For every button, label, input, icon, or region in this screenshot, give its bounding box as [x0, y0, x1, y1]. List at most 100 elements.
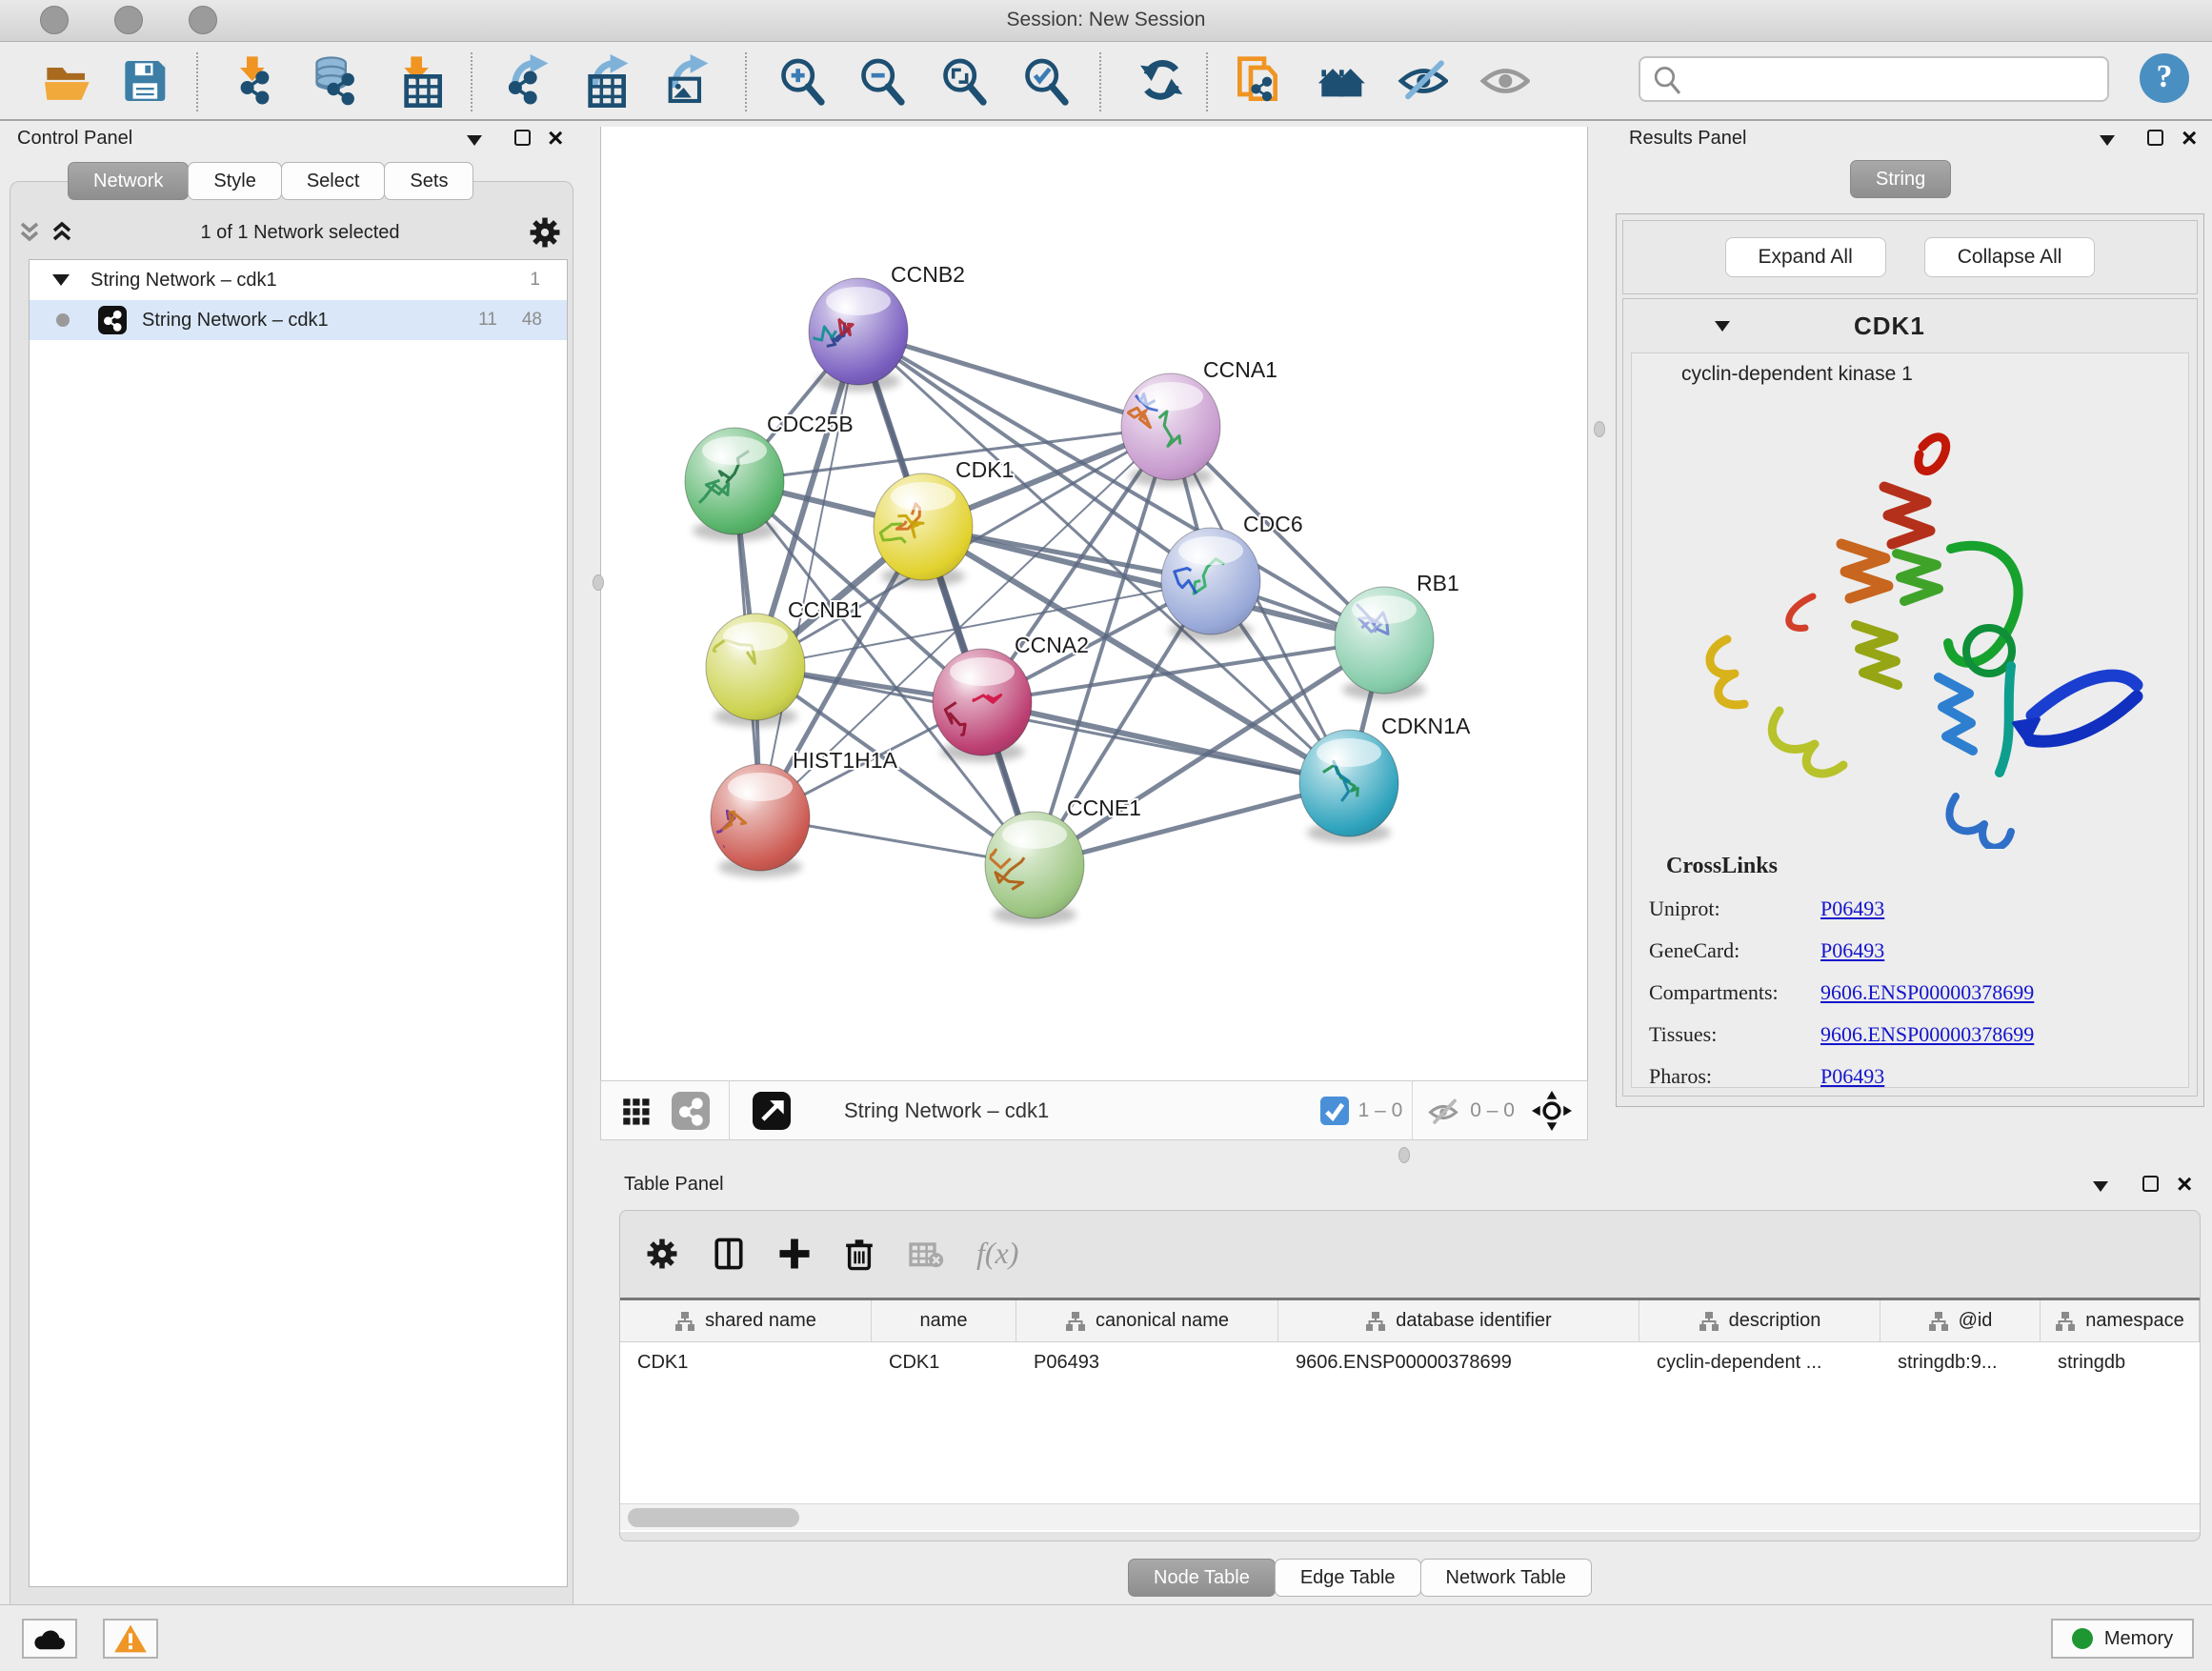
collection-expander-icon[interactable]	[52, 274, 70, 286]
zoom-selected-button[interactable]	[1017, 54, 1073, 110]
first-neighbors-button[interactable]	[1313, 54, 1368, 110]
node-RB1[interactable]: RB1	[1335, 571, 1459, 700]
cloud-button[interactable]	[22, 1619, 77, 1659]
toolbar-separator	[196, 52, 198, 111]
column-header-name[interactable]: name	[872, 1300, 1016, 1341]
results-panel-menu-icon[interactable]	[2100, 133, 2115, 151]
bottom-splitter-handle[interactable]	[1398, 1147, 1410, 1163]
export-table-button[interactable]	[579, 54, 634, 110]
selected-nodes-checkbox-icon[interactable]	[1320, 1097, 1349, 1125]
warnings-button[interactable]	[103, 1619, 158, 1659]
control-panel-close-icon[interactable]: ×	[548, 130, 563, 151]
save-session-button[interactable]	[116, 54, 171, 110]
results-panel-close-icon[interactable]: ×	[2182, 130, 2197, 151]
tab-network[interactable]: Network	[68, 162, 189, 200]
fit-selection-crosshair-icon[interactable]	[1532, 1091, 1572, 1131]
node-CDC6[interactable]: CDC6	[1161, 512, 1303, 641]
table-cell[interactable]: CDK1	[872, 1342, 1016, 1382]
search-input[interactable]	[1682, 69, 2092, 91]
tab-node-table[interactable]: Node Table	[1128, 1559, 1276, 1597]
add-column-icon[interactable]	[776, 1236, 813, 1272]
expand-all-button[interactable]: Expand All	[1725, 237, 1886, 277]
network-view-title: String Network – cdk1	[844, 1098, 1049, 1123]
search-box[interactable]	[1639, 56, 2109, 102]
crosslink-link[interactable]: P06493	[1820, 1064, 1884, 1089]
gene-description: cyclin-dependent kinase 1	[1681, 363, 2188, 386]
network-collection-row[interactable]: String Network – cdk1 1	[30, 260, 567, 300]
node-CCNB1[interactable]: CCNB1	[706, 597, 862, 727]
gene-entry-header[interactable]: CDK1	[1623, 299, 2197, 352]
birdseye-grid-icon[interactable]	[616, 1092, 654, 1130]
network-canvas[interactable]: CCNB2 CCNA1 CDC25B CDK1 CDC6 RB1 CCNB1 C…	[600, 127, 1588, 1080]
collapse-all-icon[interactable]	[17, 220, 42, 245]
table-cell[interactable]: P06493	[1016, 1342, 1278, 1382]
open-session-button[interactable]	[38, 54, 93, 110]
control-panel-float-icon[interactable]	[514, 130, 531, 151]
zoom-out-button[interactable]	[854, 54, 909, 110]
import-network-from-database-button[interactable]	[307, 54, 362, 110]
network-status-dot	[56, 313, 70, 327]
gene-entry-panel: CDK1 cyclin-dependent kinase 1 CrossLink…	[1622, 298, 2198, 1097]
refresh-button[interactable]	[1134, 54, 1189, 110]
show-all-button[interactable]	[1477, 54, 1532, 110]
memory-button[interactable]: Memory	[2051, 1619, 2194, 1659]
column-header-shared-name[interactable]: shared name	[620, 1300, 872, 1341]
delete-column-icon[interactable]	[841, 1236, 877, 1272]
collapse-all-button[interactable]: Collapse All	[1924, 237, 2096, 277]
tab-style[interactable]: Style	[188, 162, 281, 200]
gene-collapse-icon[interactable]	[1715, 321, 1730, 332]
export-network-button[interactable]	[499, 54, 554, 110]
tab-select[interactable]: Select	[281, 162, 386, 200]
table-cell[interactable]: 9606.ENSP00000378699	[1278, 1342, 1639, 1382]
crosslink-link[interactable]: P06493	[1820, 896, 1884, 921]
column-header-database-identifier[interactable]: database identifier	[1278, 1300, 1639, 1341]
table-cell[interactable]: CDK1	[620, 1342, 872, 1382]
node-CCNE1[interactable]: CCNE1	[977, 795, 1141, 925]
zoom-in-button[interactable]	[774, 54, 829, 110]
hide-selection-button[interactable]	[1395, 54, 1450, 110]
table-panel-title: Table Panel	[624, 1174, 724, 1196]
control-panel-menu-icon[interactable]	[467, 133, 482, 151]
node-label-CCNA1: CCNA1	[1203, 357, 1277, 382]
import-table-from-file-button[interactable]	[389, 54, 444, 110]
search-icon	[1650, 63, 1682, 95]
network-row[interactable]: String Network – cdk1 11 48	[30, 300, 567, 340]
crosslink-link[interactable]: 9606.ENSP00000378699	[1820, 980, 2034, 1005]
show-columns-icon[interactable]	[710, 1235, 748, 1273]
crosslinks-list: Uniprot: P06493GeneCard: P06493Compartme…	[1632, 896, 2188, 1089]
node-label-CCNA2: CCNA2	[1015, 633, 1089, 657]
node-CCNA2[interactable]: CCNA2	[933, 633, 1089, 762]
table-options-gear-icon[interactable]	[643, 1235, 681, 1273]
tab-network-table[interactable]: Network Table	[1420, 1559, 1592, 1597]
tab-edge-table[interactable]: Edge Table	[1275, 1559, 1421, 1597]
toolbar-separator	[745, 52, 747, 111]
import-network-from-file-button[interactable]	[227, 54, 282, 110]
right-splitter-handle[interactable]	[1594, 421, 1605, 437]
gene-symbol: CDK1	[1854, 312, 1925, 341]
crosslinks-title: CrossLinks	[1666, 854, 2188, 879]
node-CDC25B[interactable]: CDC25B	[685, 412, 854, 541]
new-network-from-selection-button[interactable]	[1231, 54, 1286, 110]
scrollbar-thumb[interactable]	[628, 1508, 799, 1527]
tab-sets[interactable]: Sets	[384, 162, 473, 200]
node-HIST1H1A[interactable]: HIST1H1A	[707, 748, 898, 877]
expand-all-icon[interactable]	[50, 220, 74, 245]
open-in-window-icon[interactable]	[753, 1092, 791, 1130]
crosslink-link[interactable]: 9606.ENSP00000378699	[1820, 1022, 2034, 1047]
column-header-canonical-name[interactable]: canonical name	[1016, 1300, 1278, 1341]
crosslink-row: GeneCard: P06493	[1632, 938, 2188, 963]
node-CCNB2[interactable]: CCNB2	[803, 262, 965, 392]
zoom-fit-button[interactable]	[935, 54, 991, 110]
help-button[interactable]: ?	[2140, 53, 2189, 103]
left-splitter-handle[interactable]	[593, 574, 604, 591]
edge-CCNA2-CDKN1A[interactable]	[982, 702, 1349, 783]
network-list-options-gear-icon[interactable]	[526, 213, 564, 252]
network-graph[interactable]: CCNB2 CCNA1 CDC25B CDK1 CDC6 RB1 CCNB1 C…	[601, 127, 1589, 1080]
function-builder-icon: f(x)	[973, 1233, 1034, 1275]
network-share-icon[interactable]	[672, 1092, 710, 1130]
crosslink-link[interactable]: P06493	[1820, 938, 1884, 963]
node-CCNA1[interactable]: CCNA1	[1121, 357, 1277, 487]
export-image-button[interactable]	[659, 54, 714, 110]
results-panel-float-icon[interactable]	[2147, 130, 2163, 151]
results-panel-tab-string[interactable]: String	[1851, 160, 1951, 198]
